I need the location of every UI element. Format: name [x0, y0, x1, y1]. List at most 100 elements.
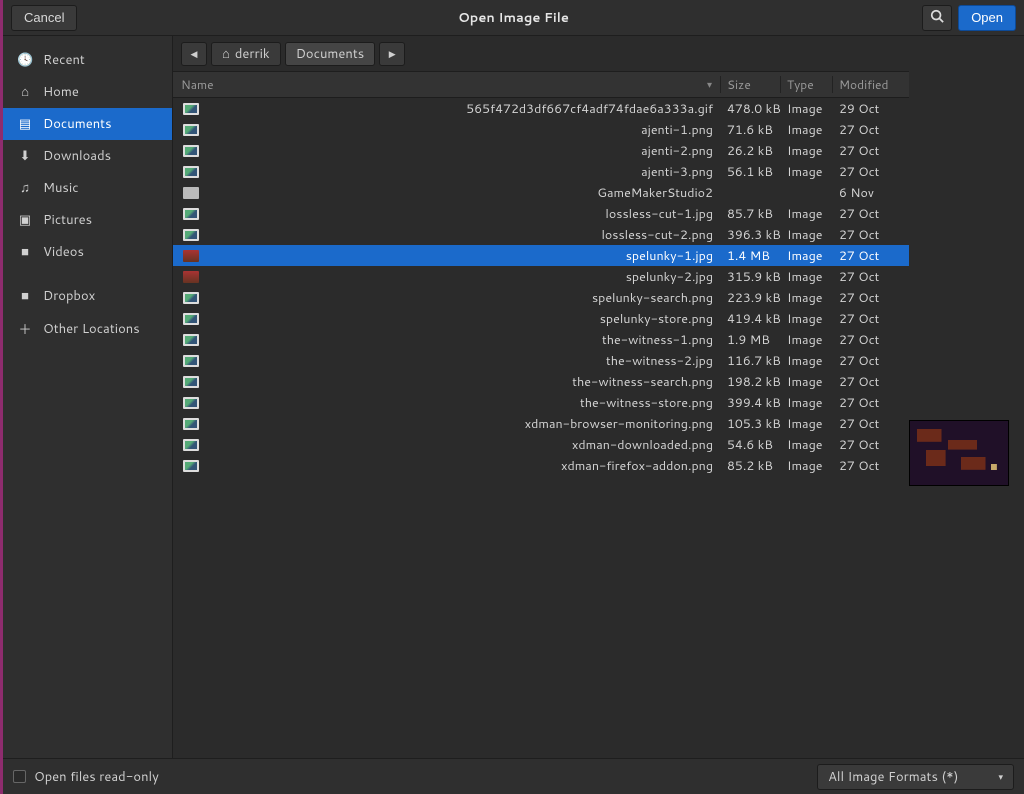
file-modified: 27 Oct	[833, 163, 909, 181]
dropbox-icon: ■	[17, 287, 33, 305]
path-current-crumb[interactable]: Documents	[285, 42, 376, 66]
table-row[interactable]: the-witness-2.jpg116.7 kBImage27 Oct	[173, 350, 909, 371]
file-size: 116.7 kB	[721, 352, 781, 370]
cancel-button[interactable]: Cancel	[11, 5, 77, 31]
file-modified: 27 Oct	[833, 310, 909, 328]
file-format-label: All Image Formats (*)	[828, 768, 958, 786]
column-header-name[interactable]: Name ▾	[173, 76, 721, 93]
sidebar-item-dropbox[interactable]: ■Dropbox	[3, 280, 172, 312]
pictures-icon: ▣	[17, 211, 33, 229]
sidebar-item-documents[interactable]: ▤Documents	[3, 108, 172, 140]
file-type: Image	[781, 247, 833, 265]
file-size: 85.7 kB	[721, 205, 781, 223]
path-home-label: derrik	[235, 45, 270, 63]
file-type: Image	[781, 352, 833, 370]
table-row[interactable]: ajenti-1.png71.6 kBImage27 Oct	[173, 119, 909, 140]
file-icon	[183, 229, 199, 241]
sidebar-item-downloads[interactable]: ⬇Downloads	[3, 140, 172, 172]
file-name: xdman-downloaded.png	[572, 436, 713, 454]
file-modified: 27 Oct	[833, 352, 909, 370]
file-modified: 27 Oct	[833, 226, 909, 244]
table-row[interactable]: lossless-cut-2.png396.3 kBImage27 Oct	[173, 224, 909, 245]
table-row[interactable]: the-witness-search.png198.2 kBImage27 Oc…	[173, 371, 909, 392]
search-button[interactable]	[922, 5, 952, 31]
file-modified: 27 Oct	[833, 121, 909, 139]
recent-icon: 🕓	[17, 51, 33, 69]
path-forward-button[interactable]: ▶	[379, 42, 405, 66]
file-type: Image	[781, 331, 833, 349]
file-icon	[183, 460, 199, 472]
sidebar-item-music[interactable]: ♫Music	[3, 172, 172, 204]
file-icon	[183, 166, 199, 178]
music-icon: ♫	[17, 179, 33, 197]
file-size: 26.2 kB	[721, 142, 781, 160]
file-size: 223.9 kB	[721, 289, 781, 307]
preview-pane	[909, 36, 1024, 758]
sidebar: 🕓 Recent ⌂Home▤Documents⬇Downloads♫Music▣P…	[3, 36, 173, 758]
path-bar: ◀ ⌂ derrik Documents ▶	[173, 36, 909, 72]
sidebar-item-recent[interactable]: 🕓 Recent	[3, 44, 172, 76]
file-size: 71.6 kB	[721, 121, 781, 139]
file-name: lossless-cut-2.png	[601, 226, 713, 244]
file-icon	[183, 292, 199, 304]
sidebar-item-home[interactable]: ⌂Home	[3, 76, 172, 108]
path-home-crumb[interactable]: ⌂ derrik	[211, 42, 281, 66]
sidebar-item-pictures[interactable]: ▣Pictures	[3, 204, 172, 236]
table-row[interactable]: spelunky-2.jpg315.9 kBImage27 Oct	[173, 266, 909, 287]
table-row[interactable]: ajenti-2.png26.2 kBImage27 Oct	[173, 140, 909, 161]
file-type: Image	[781, 436, 833, 454]
file-format-combo[interactable]: All Image Formats (*) ▾	[817, 764, 1014, 790]
table-row[interactable]: spelunky-1.jpg1.4 MBImage27 Oct	[173, 245, 909, 266]
file-size: 54.6 kB	[721, 436, 781, 454]
sidebar-item-label: Recent	[43, 51, 85, 69]
file-name: spelunky-search.png	[592, 289, 713, 307]
sidebar-item-videos[interactable]: ■Videos	[3, 236, 172, 268]
table-row[interactable]: 565f472d3df667cf4adf74fdae6a333a.gif478.…	[173, 98, 909, 119]
column-header-modified[interactable]: Modified	[833, 76, 909, 93]
table-row[interactable]: xdman-firefox-addon.png85.2 kBImage27 Oc…	[173, 455, 909, 476]
file-modified: 27 Oct	[833, 247, 909, 265]
column-header-type[interactable]: Type	[781, 76, 833, 93]
table-row[interactable]: xdman-downloaded.png 54.6 kBImage27 Oct	[173, 434, 909, 455]
dialog-footer: Open files read-only All Image Formats (…	[3, 758, 1024, 794]
table-row[interactable]: lossless-cut-1.jpg85.7 kBImage27 Oct	[173, 203, 909, 224]
readonly-checkbox[interactable]	[13, 770, 26, 783]
file-modified: 27 Oct	[833, 268, 909, 286]
open-button[interactable]: Open	[958, 5, 1016, 31]
table-row[interactable]: xdman-browser-monitoring.png105.3 kBImag…	[173, 413, 909, 434]
file-name: the-witness-search.png	[572, 373, 713, 391]
file-icon	[183, 418, 199, 430]
file-modified: 27 Oct	[833, 436, 909, 454]
file-icon	[183, 355, 199, 367]
file-type: Image	[781, 310, 833, 328]
file-name: GameMakerStudio2	[597, 184, 713, 202]
table-row[interactable]: spelunky-search.png223.9 kBImage27 Oct	[173, 287, 909, 308]
file-name: the-witness-store.png	[580, 394, 713, 412]
search-icon	[930, 9, 944, 26]
table-row[interactable]: ajenti-3.png56.1 kBImage27 Oct	[173, 161, 909, 182]
file-name: spelunky-2.jpg	[626, 268, 713, 286]
home-icon: ⌂	[222, 45, 230, 63]
readonly-label: Open files read-only	[34, 768, 159, 786]
table-row[interactable]: spelunky-store.png419.4 kBImage27 Oct	[173, 308, 909, 329]
column-name-label: Name	[181, 76, 214, 93]
table-row[interactable]: the-witness-1.png1.9 MBImage27 Oct	[173, 329, 909, 350]
sidebar-item-other-locations[interactable]: ＋Other Locations	[3, 312, 172, 346]
table-header: Name ▾ Size Type Modified	[173, 72, 909, 98]
file-type: Image	[781, 289, 833, 307]
table-row[interactable]: GameMakerStudio26 Nov	[173, 182, 909, 203]
file-size: 198.2 kB	[721, 373, 781, 391]
column-header-size[interactable]: Size	[721, 76, 781, 93]
file-type: Image	[781, 121, 833, 139]
dialog-title: Open Image File	[3, 9, 1024, 27]
home-icon: ⌂	[17, 83, 33, 101]
file-size: 315.9 kB	[721, 268, 781, 286]
table-row[interactable]: the-witness-store.png399.4 kBImage27 Oct	[173, 392, 909, 413]
file-modified: 27 Oct	[833, 415, 909, 433]
file-size: 1.4 MB	[721, 247, 781, 265]
file-list[interactable]: 565f472d3df667cf4adf74fdae6a333a.gif478.…	[173, 98, 909, 758]
file-type: Image	[781, 457, 833, 475]
file-type: Image	[781, 373, 833, 391]
path-back-button[interactable]: ◀	[181, 42, 207, 66]
file-modified: 27 Oct	[833, 394, 909, 412]
